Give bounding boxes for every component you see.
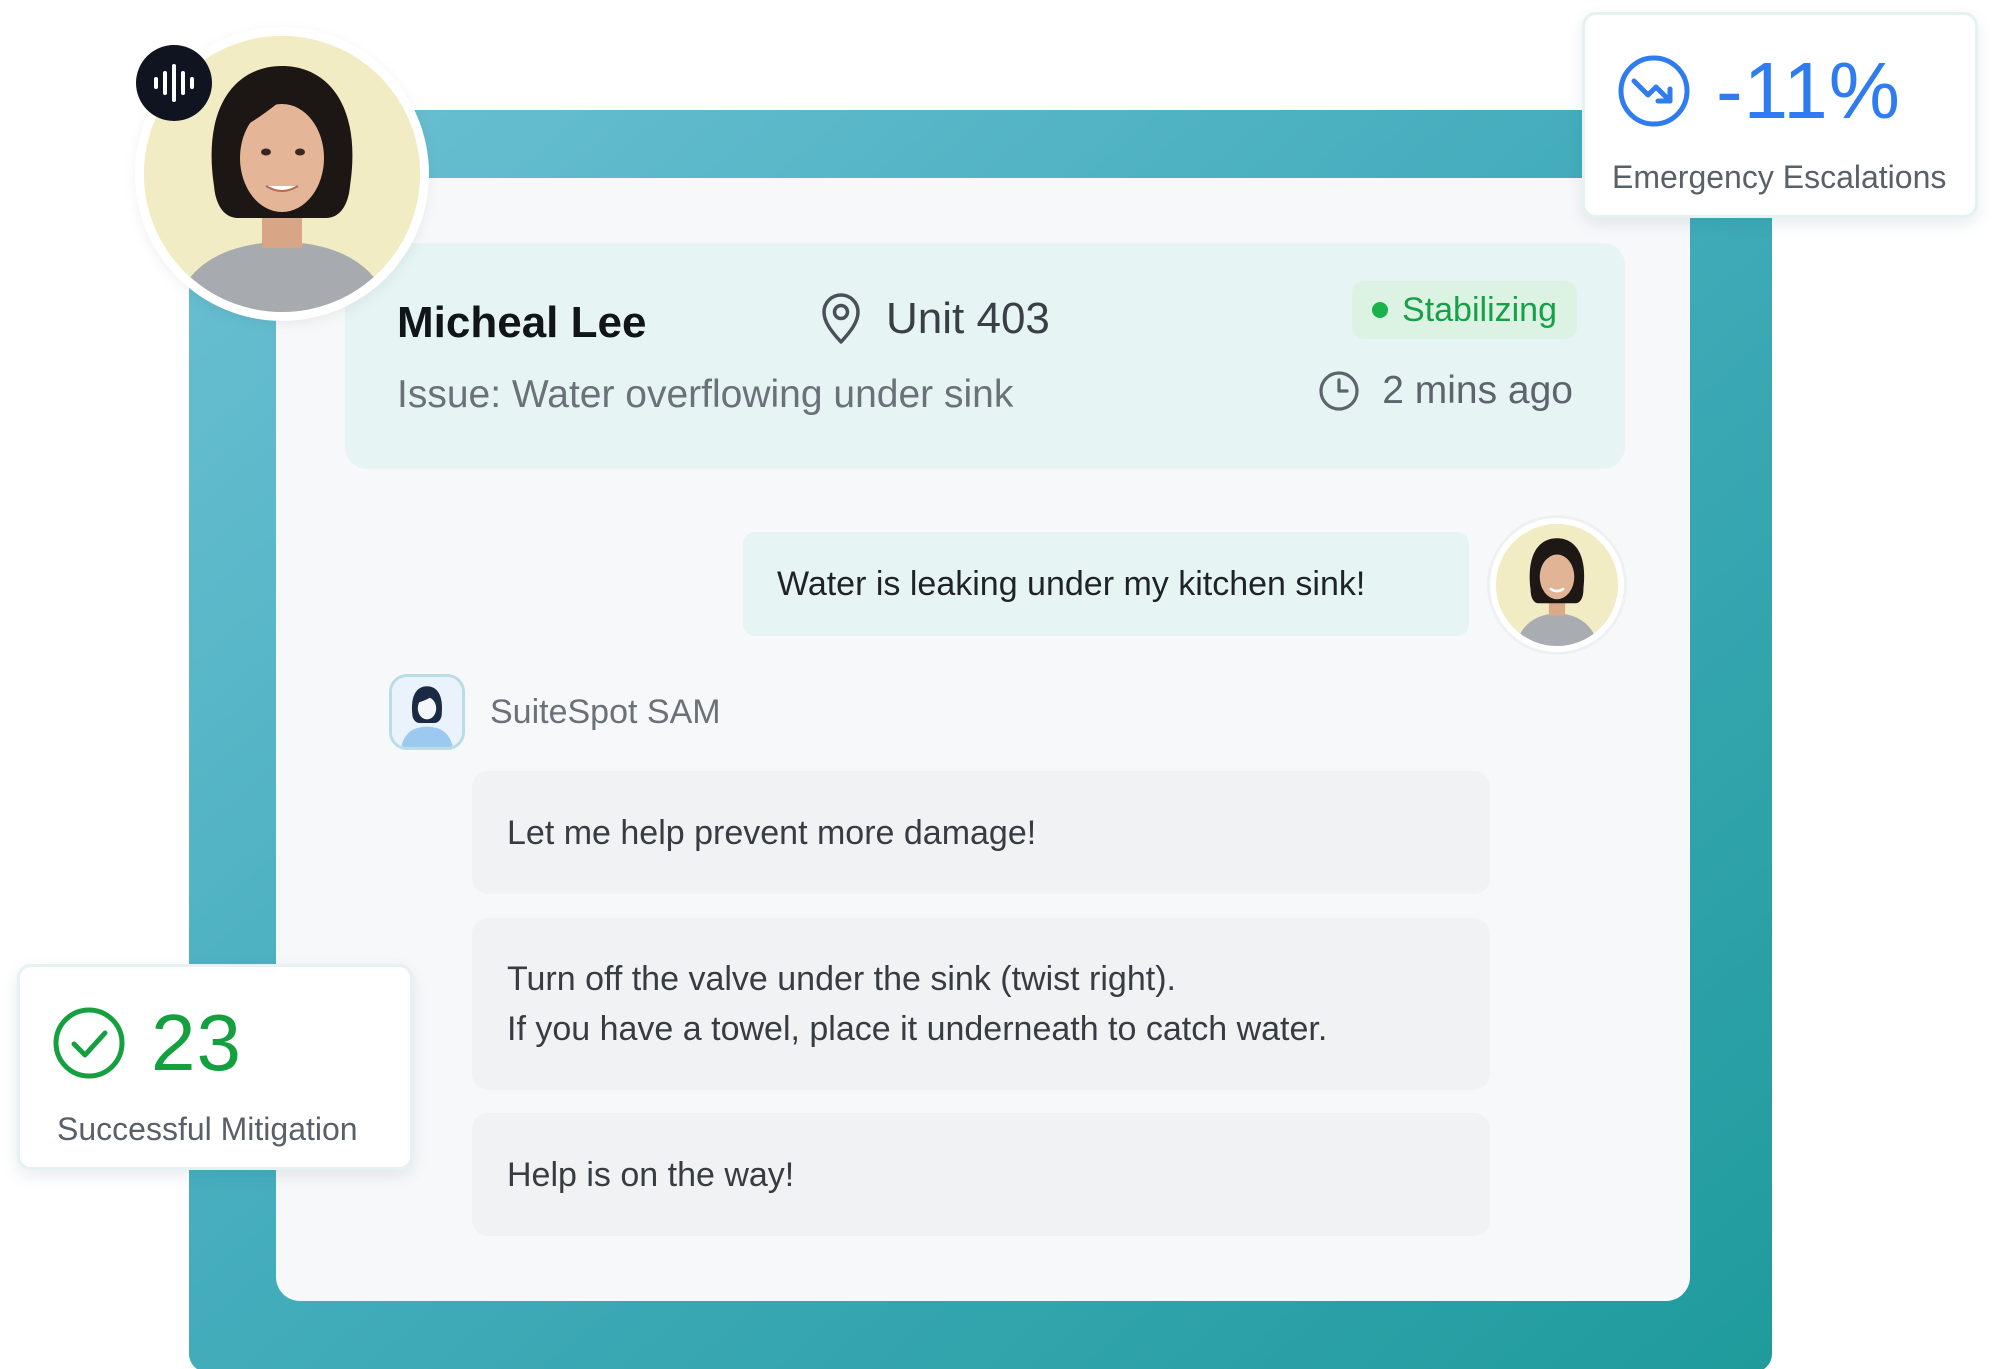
timestamp: 2 mins ago bbox=[1318, 369, 1573, 413]
mitigation-label: Successful Mitigation bbox=[57, 1111, 358, 1147]
mitigation-value: 23 bbox=[151, 998, 242, 1087]
agent-message-bubble: Let me help prevent more damage! bbox=[472, 771, 1490, 894]
escalations-value: -11% bbox=[1716, 46, 1901, 135]
ticket-header-card: Micheal Lee Unit 403 Issue: Water overfl… bbox=[345, 243, 1625, 469]
unit-label: Unit 403 bbox=[886, 294, 1050, 343]
status-label: Stabilizing bbox=[1402, 290, 1557, 329]
trending-down-icon bbox=[1618, 55, 1690, 127]
agent-message-text: Let me help prevent more damage! bbox=[507, 813, 1037, 852]
agent-message-bubble: Help is on the way! bbox=[472, 1113, 1490, 1236]
emergency-escalations-card: -11% Emergency Escalations bbox=[1582, 12, 1978, 218]
time-ago-label: 2 mins ago bbox=[1382, 369, 1573, 412]
person-avatar-icon bbox=[1496, 524, 1618, 646]
agent-message-text: If you have a towel, place it underneath… bbox=[507, 1010, 1328, 1048]
agent-name: SuiteSpot SAM bbox=[490, 693, 721, 731]
clock-icon bbox=[1319, 371, 1359, 411]
user-avatar-small bbox=[1490, 518, 1624, 652]
voice-call-badge bbox=[136, 45, 212, 121]
agent-message-text: Turn off the valve under the sink (twist… bbox=[507, 960, 1176, 998]
user-message-bubble: Water is leaking under my kitchen sink! bbox=[743, 532, 1469, 636]
issue-description: Issue: Water overflowing under sink bbox=[397, 373, 1014, 416]
unit-info: Unit 403 bbox=[818, 293, 1050, 345]
escalations-label: Emergency Escalations bbox=[1612, 159, 1947, 195]
check-circle-icon bbox=[53, 1007, 125, 1079]
status-dot bbox=[1372, 302, 1389, 318]
status-badge: Stabilizing bbox=[1352, 281, 1577, 339]
agent-message-text: Help is on the way! bbox=[507, 1155, 795, 1194]
successful-mitigation-card: 23 Successful Mitigation bbox=[17, 964, 413, 1170]
agent-avatar bbox=[389, 674, 465, 750]
agent-avatar-icon bbox=[392, 677, 462, 747]
user-message-text: Water is leaking under my kitchen sink! bbox=[777, 564, 1366, 603]
customer-name: Micheal Lee bbox=[397, 298, 647, 347]
map-pin-icon bbox=[822, 293, 860, 344]
audio-waveform-icon bbox=[154, 64, 194, 102]
agent-message-bubble: Turn off the valve under the sink (twist… bbox=[472, 918, 1490, 1090]
